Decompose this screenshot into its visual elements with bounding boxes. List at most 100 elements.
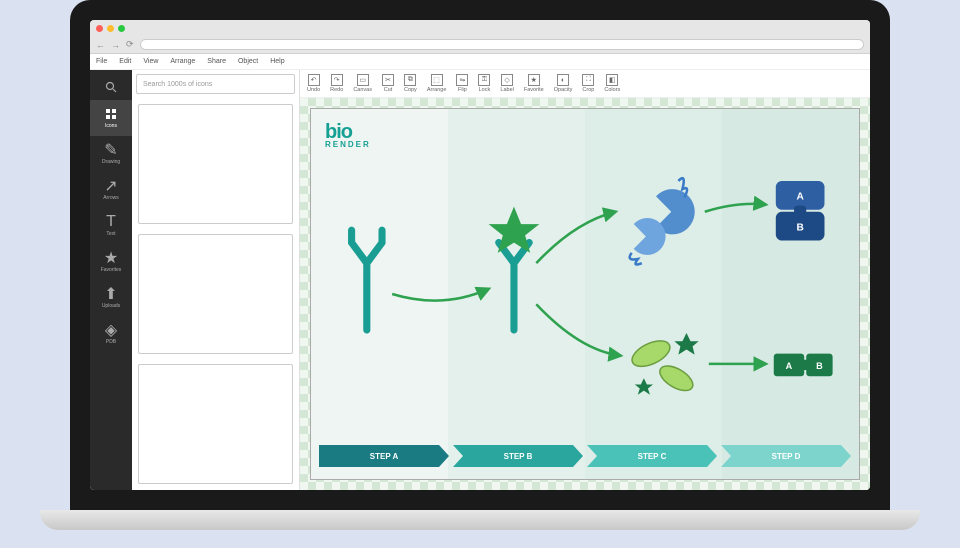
svg-text:A: A	[796, 191, 804, 202]
window-controls	[90, 20, 870, 36]
menu-help[interactable]: Help	[270, 58, 284, 65]
copy-icon: ⧉	[404, 74, 416, 86]
tool-label: Crop	[582, 87, 594, 93]
menu-share[interactable]: Share	[207, 58, 226, 65]
menu-object[interactable]: Object	[238, 58, 258, 65]
enzyme-icon	[630, 178, 695, 264]
url-input[interactable]	[140, 39, 864, 50]
tool-lock[interactable]: ⚿Lock	[477, 74, 491, 93]
close-dot[interactable]	[96, 25, 103, 32]
laptop-base	[40, 510, 920, 530]
crop-icon: ⛶	[582, 74, 594, 86]
sidebar-label: Icons	[105, 123, 117, 129]
menu-bar: File Edit View Arrange Share Object Help	[90, 54, 870, 70]
minimize-dot[interactable]	[107, 25, 114, 32]
tool-label: Copy	[404, 87, 417, 93]
tool-label: Colors	[604, 87, 620, 93]
canvas-area[interactable]: bio RENDER	[300, 98, 870, 490]
step-b[interactable]: STEP B	[453, 445, 583, 467]
menu-arrange[interactable]: Arrange	[170, 58, 195, 65]
maximize-dot[interactable]	[118, 25, 125, 32]
sidebar-item-uploads[interactable]: ⬆ Uploads	[90, 280, 132, 316]
tool-redo[interactable]: ↷Redo	[329, 74, 344, 93]
menu-file[interactable]: File	[96, 58, 107, 65]
db-icon: ◈	[104, 323, 118, 337]
label-icon: ◇	[501, 74, 513, 86]
pencil-icon: ✎	[104, 143, 118, 157]
colors-icon: ◧	[606, 74, 618, 86]
toolbar: ↶Undo ↷Redo ▭Canvas ✂Cut ⧉Copy ⬚Arrange …	[300, 70, 870, 98]
sidebar-search[interactable]	[90, 74, 132, 100]
receptor-icon	[352, 230, 382, 330]
sidebar-label: PDB	[106, 339, 116, 345]
tool-favorite[interactable]: ★Favorite	[523, 74, 545, 93]
tool-label: Flip	[458, 87, 467, 93]
tool-opacity[interactable]: ◐Opacity	[553, 74, 574, 93]
ligand-receptor-icon	[489, 207, 540, 330]
forward-icon[interactable]: →	[111, 40, 120, 50]
reload-icon[interactable]: ⟳	[126, 39, 134, 50]
search-icon	[105, 81, 117, 93]
sidebar-item-pdb[interactable]: ◈ PDB	[90, 316, 132, 352]
tool-label: Undo	[307, 87, 320, 93]
thumbnail[interactable]	[138, 234, 293, 354]
protein-pair-icon: A B	[774, 354, 833, 377]
tool-canvas[interactable]: ▭Canvas	[352, 74, 373, 93]
sidebar-label: Drawing	[102, 159, 120, 165]
left-sidebar: Icons ✎ Drawing ↗ Arrows T Text	[90, 70, 132, 490]
protein-complex-icon: A B	[776, 181, 825, 241]
tool-label: Favorite	[524, 87, 544, 93]
thumbnail[interactable]	[138, 104, 293, 224]
sidebar-label: Favorites	[101, 267, 122, 273]
svg-text:B: B	[816, 361, 823, 371]
menu-edit[interactable]: Edit	[119, 58, 131, 65]
svg-text:A: A	[786, 361, 793, 371]
canvas[interactable]: bio RENDER	[310, 108, 860, 480]
flip-icon: ⇋	[456, 74, 468, 86]
step-a[interactable]: STEP A	[319, 445, 449, 467]
tool-label[interactable]: ◇Label	[499, 74, 514, 93]
tool-colors[interactable]: ◧Colors	[603, 74, 621, 93]
star-icon: ★	[104, 251, 118, 265]
main-area: ↶Undo ↷Redo ▭Canvas ✂Cut ⧉Copy ⬚Arrange …	[300, 70, 870, 490]
search-input[interactable]: Search 1000s of icons	[136, 74, 295, 94]
tool-flip[interactable]: ⇋Flip	[455, 74, 469, 93]
tool-label: Opacity	[554, 87, 573, 93]
tool-copy[interactable]: ⧉Copy	[403, 74, 418, 93]
sidebar-item-arrows[interactable]: ↗ Arrows	[90, 172, 132, 208]
sidebar-item-text[interactable]: T Text	[90, 208, 132, 244]
bacteria-icon	[628, 333, 698, 395]
back-icon[interactable]: ←	[96, 40, 105, 50]
arrow-icon: ↗	[104, 179, 118, 193]
menu-view[interactable]: View	[143, 58, 158, 65]
step-d[interactable]: STEP D	[721, 445, 851, 467]
tool-label: Lock	[479, 87, 491, 93]
lock-icon: ⚿	[478, 74, 490, 86]
tool-label: Arrange	[427, 87, 447, 93]
tool-label: Label	[500, 87, 513, 93]
sidebar-label: Text	[106, 231, 115, 237]
tool-label: Redo	[330, 87, 343, 93]
step-arrows: STEP A STEP B STEP C STEP D	[319, 445, 851, 467]
tool-label: Canvas	[353, 87, 372, 93]
tool-crop[interactable]: ⛶Crop	[581, 74, 595, 93]
favorite-icon: ★	[528, 74, 540, 86]
canvas-icon: ▭	[357, 74, 369, 86]
text-icon: T	[104, 215, 118, 229]
sidebar-item-icons[interactable]: Icons	[90, 100, 132, 136]
tool-undo[interactable]: ↶Undo	[306, 74, 321, 93]
tool-cut[interactable]: ✂Cut	[381, 74, 395, 93]
sidebar-label: Uploads	[102, 303, 120, 309]
svg-text:B: B	[796, 222, 803, 233]
sidebar-item-drawing[interactable]: ✎ Drawing	[90, 136, 132, 172]
thumbnail[interactable]	[138, 364, 293, 484]
opacity-icon: ◐	[557, 74, 569, 86]
arrange-icon: ⬚	[431, 74, 443, 86]
cut-icon: ✂	[382, 74, 394, 86]
step-c[interactable]: STEP C	[587, 445, 717, 467]
browser-nav: ← → ⟳	[90, 36, 870, 54]
tool-arrange[interactable]: ⬚Arrange	[426, 74, 448, 93]
upload-icon: ⬆	[104, 287, 118, 301]
sidebar-item-favorites[interactable]: ★ Favorites	[90, 244, 132, 280]
sidebar-label: Arrows	[103, 195, 119, 201]
